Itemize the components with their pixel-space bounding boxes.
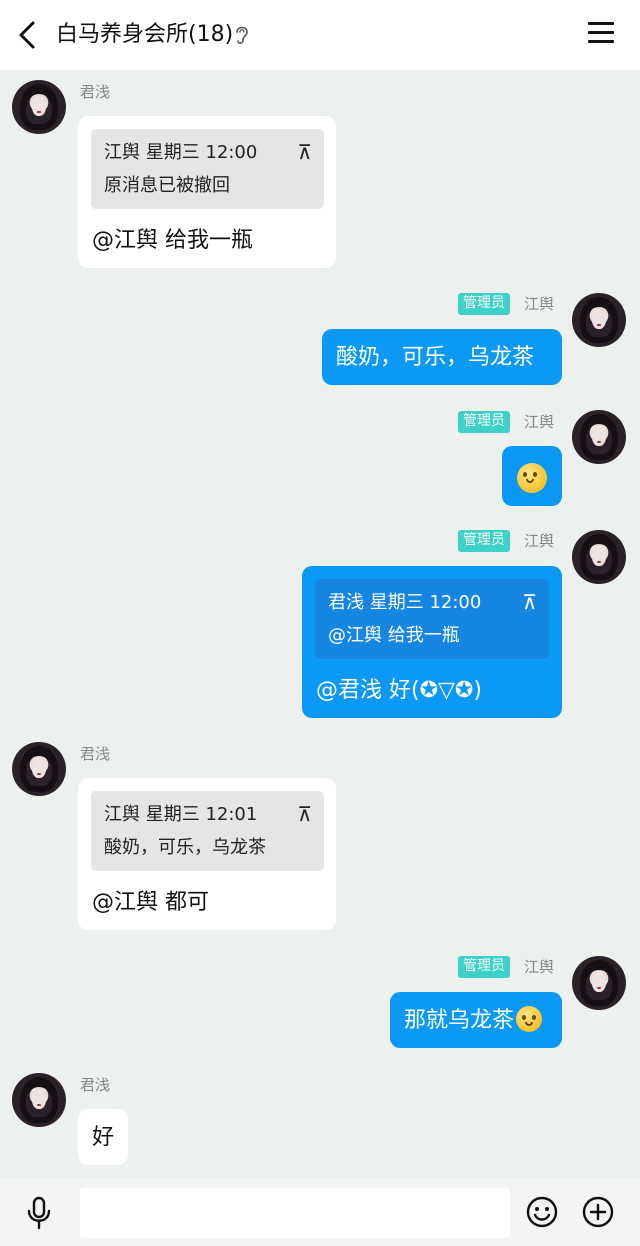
sender-name: 江舆 — [524, 295, 555, 313]
quote-time: 星期三 12:00 — [145, 142, 258, 163]
message-text: 那就乌龙茶 — [404, 1008, 515, 1033]
input-bar — [0, 1178, 640, 1246]
reply-quote[interactable]: 江舆 星期三 12:00 原消息已被撤回 ⊼ — [91, 129, 324, 209]
message-bubble[interactable]: 好 — [78, 1109, 128, 1165]
quote-time: 星期三 12:00 — [369, 592, 482, 613]
jump-to-original-icon[interactable]: ⊼ — [522, 589, 537, 615]
message-text: @江舆 给我一瓶 — [92, 228, 253, 253]
avatar[interactable] — [12, 1073, 66, 1127]
smile-emoji-icon — [516, 1006, 543, 1032]
chevron-left-icon[interactable] — [14, 20, 42, 50]
quote-author: 江舆 — [104, 142, 140, 163]
sender-name: 君浅 — [80, 83, 111, 101]
message-text: 酸奶，可乐，乌龙茶 — [336, 345, 535, 370]
avatar[interactable] — [12, 742, 66, 796]
emoji-picker-icon[interactable] — [526, 1196, 558, 1228]
avatar[interactable] — [572, 410, 626, 464]
quote-time: 星期三 12:01 — [145, 804, 258, 825]
jump-to-original-icon[interactable]: ⊼ — [297, 801, 312, 827]
quote-text: 酸奶，可乐，乌龙茶 — [104, 837, 266, 858]
admin-badge: 管理员 — [458, 530, 510, 552]
jump-to-original-icon[interactable]: ⊼ — [297, 139, 312, 165]
message-bubble[interactable]: 那就乌龙茶 — [390, 992, 562, 1048]
admin-badge: 管理员 — [458, 411, 510, 433]
sender-name: 君浅 — [80, 1076, 111, 1094]
chat-title: 白马养身会所(18) — [56, 22, 234, 47]
sender-name: 江舆 — [524, 413, 555, 431]
avatar[interactable] — [572, 956, 626, 1010]
quote-text: @江舆 给我一瓶 — [328, 625, 460, 646]
quote-author: 君浅 — [328, 592, 364, 613]
avatar[interactable] — [572, 530, 626, 584]
message-text: @江舆 都可 — [92, 890, 209, 915]
message-bubble[interactable] — [502, 446, 562, 506]
avatar[interactable] — [572, 293, 626, 347]
message-bubble[interactable]: 江舆 星期三 12:00 原消息已被撤回 ⊼ @江舆 给我一瓶 — [78, 116, 336, 268]
smile-emoji-icon — [517, 463, 547, 493]
quote-author: 江舆 — [104, 804, 140, 825]
message-text: 好 — [92, 1125, 115, 1150]
microphone-icon[interactable] — [24, 1196, 54, 1230]
admin-badge: 管理员 — [458, 956, 510, 978]
message-text: @君浅 好(✪▽✪) — [316, 678, 482, 703]
message-input[interactable] — [80, 1188, 510, 1238]
avatar[interactable] — [12, 80, 66, 134]
add-attachment-icon[interactable] — [582, 1196, 614, 1228]
message-bubble[interactable]: 君浅 星期三 12:00 @江舆 给我一瓶 ⊼ @君浅 好(✪▽✪) — [302, 566, 562, 718]
reply-quote[interactable]: 江舆 星期三 12:01 酸奶，可乐，乌龙茶 ⊼ — [91, 791, 324, 871]
sender-name: 江舆 — [524, 958, 555, 976]
sender-name: 江舆 — [524, 532, 555, 550]
message-bubble[interactable]: 酸奶，可乐，乌龙茶 — [322, 329, 562, 385]
sender-name: 君浅 — [80, 745, 111, 763]
menu-icon[interactable] — [588, 22, 614, 48]
chat-header: 白马养身会所(18) — [0, 0, 640, 70]
quote-text: 原消息已被撤回 — [104, 175, 230, 196]
message-bubble[interactable]: 江舆 星期三 12:01 酸奶，可乐，乌龙茶 ⊼ @江舆 都可 — [78, 778, 336, 930]
admin-badge: 管理员 — [458, 293, 510, 315]
reply-quote[interactable]: 君浅 星期三 12:00 @江舆 给我一瓶 ⊼ — [315, 579, 549, 659]
ear-icon — [236, 26, 248, 45]
